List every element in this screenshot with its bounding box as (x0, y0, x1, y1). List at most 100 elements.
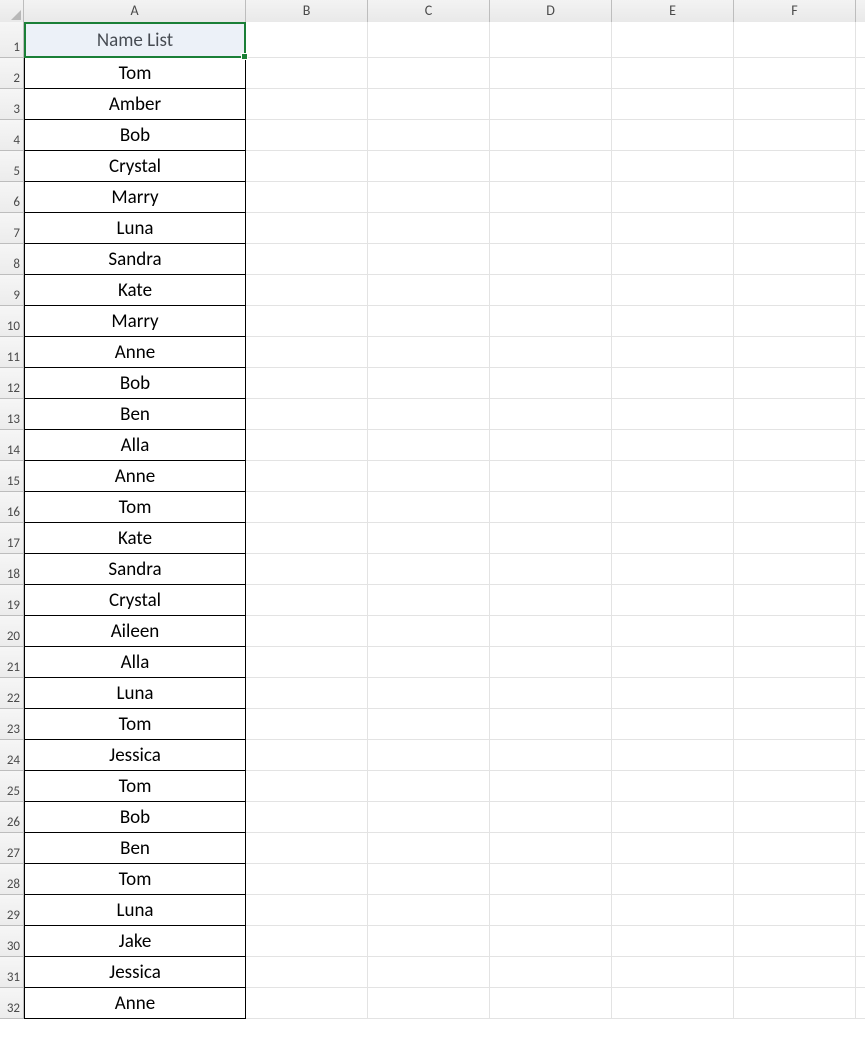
cell-stub-21[interactable] (856, 647, 865, 678)
cell-E18[interactable] (612, 554, 734, 585)
cell-C19[interactable] (368, 585, 490, 616)
cell-F5[interactable] (734, 151, 856, 182)
cell-D7[interactable] (490, 213, 612, 244)
cell-D17[interactable] (490, 523, 612, 554)
cell-B20[interactable] (246, 616, 368, 647)
cell-E23[interactable] (612, 709, 734, 740)
cell-B19[interactable] (246, 585, 368, 616)
cell-E1[interactable] (612, 22, 734, 58)
cell-F17[interactable] (734, 523, 856, 554)
cell-D24[interactable] (490, 740, 612, 771)
cell-F21[interactable] (734, 647, 856, 678)
cell-stub-5[interactable] (856, 151, 865, 182)
cell-B23[interactable] (246, 709, 368, 740)
cell-E10[interactable] (612, 306, 734, 337)
row-header-23[interactable]: 23 (0, 709, 24, 740)
cell-E32[interactable] (612, 988, 734, 1019)
row-header-21[interactable]: 21 (0, 647, 24, 678)
cell-B10[interactable] (246, 306, 368, 337)
cell-C11[interactable] (368, 337, 490, 368)
cell-stub-14[interactable] (856, 430, 865, 461)
cell-D15[interactable] (490, 461, 612, 492)
cell-E22[interactable] (612, 678, 734, 709)
cell-E14[interactable] (612, 430, 734, 461)
cell-B28[interactable] (246, 864, 368, 895)
row-header-9[interactable]: 9 (0, 275, 24, 306)
cell-D10[interactable] (490, 306, 612, 337)
cell-F8[interactable] (734, 244, 856, 275)
cell-F26[interactable] (734, 802, 856, 833)
cell-stub-13[interactable] (856, 399, 865, 430)
column-header-E[interactable]: E (612, 0, 734, 22)
cell-B25[interactable] (246, 771, 368, 802)
cell-E7[interactable] (612, 213, 734, 244)
cell-A18[interactable]: Sandra (24, 554, 246, 585)
cell-A12[interactable]: Bob (24, 368, 246, 399)
cell-E6[interactable] (612, 182, 734, 213)
row-header-8[interactable]: 8 (0, 244, 24, 275)
cell-F2[interactable] (734, 58, 856, 89)
cell-D23[interactable] (490, 709, 612, 740)
cell-D8[interactable] (490, 244, 612, 275)
cell-stub-23[interactable] (856, 709, 865, 740)
cell-A15[interactable]: Anne (24, 461, 246, 492)
cell-C12[interactable] (368, 368, 490, 399)
row-header-15[interactable]: 15 (0, 461, 24, 492)
column-header-F[interactable]: F (734, 0, 856, 22)
cell-D29[interactable] (490, 895, 612, 926)
cell-stub-25[interactable] (856, 771, 865, 802)
cell-B15[interactable] (246, 461, 368, 492)
cell-A27[interactable]: Ben (24, 833, 246, 864)
row-header-11[interactable]: 11 (0, 337, 24, 368)
cell-F14[interactable] (734, 430, 856, 461)
row-header-4[interactable]: 4 (0, 120, 24, 151)
cell-B32[interactable] (246, 988, 368, 1019)
cell-A25[interactable]: Tom (24, 771, 246, 802)
cell-A1[interactable]: Name List (24, 22, 246, 58)
cell-B4[interactable] (246, 120, 368, 151)
cell-B7[interactable] (246, 213, 368, 244)
column-header-B[interactable]: B (246, 0, 368, 22)
cell-C20[interactable] (368, 616, 490, 647)
cell-C13[interactable] (368, 399, 490, 430)
cell-B17[interactable] (246, 523, 368, 554)
cell-B8[interactable] (246, 244, 368, 275)
cell-E13[interactable] (612, 399, 734, 430)
column-header-C[interactable]: C (368, 0, 490, 22)
cell-E5[interactable] (612, 151, 734, 182)
row-header-20[interactable]: 20 (0, 616, 24, 647)
cell-stub-28[interactable] (856, 864, 865, 895)
cell-A23[interactable]: Tom (24, 709, 246, 740)
cell-B16[interactable] (246, 492, 368, 523)
cell-stub-19[interactable] (856, 585, 865, 616)
cell-stub-11[interactable] (856, 337, 865, 368)
cell-E17[interactable] (612, 523, 734, 554)
cell-A14[interactable]: Alla (24, 430, 246, 461)
cell-F23[interactable] (734, 709, 856, 740)
cell-B22[interactable] (246, 678, 368, 709)
cell-F29[interactable] (734, 895, 856, 926)
cell-A5[interactable]: Crystal (24, 151, 246, 182)
cell-B9[interactable] (246, 275, 368, 306)
cell-F10[interactable] (734, 306, 856, 337)
row-header-6[interactable]: 6 (0, 182, 24, 213)
cell-C3[interactable] (368, 89, 490, 120)
cell-stub-30[interactable] (856, 926, 865, 957)
cell-stub-17[interactable] (856, 523, 865, 554)
select-all-corner[interactable] (0, 0, 24, 22)
cell-A13[interactable]: Ben (24, 399, 246, 430)
cell-B2[interactable] (246, 58, 368, 89)
cell-stub-15[interactable] (856, 461, 865, 492)
cell-F22[interactable] (734, 678, 856, 709)
cell-B21[interactable] (246, 647, 368, 678)
cell-B5[interactable] (246, 151, 368, 182)
cell-E26[interactable] (612, 802, 734, 833)
row-header-31[interactable]: 31 (0, 957, 24, 988)
cell-A9[interactable]: Kate (24, 275, 246, 306)
cell-A17[interactable]: Kate (24, 523, 246, 554)
cell-F3[interactable] (734, 89, 856, 120)
cell-C4[interactable] (368, 120, 490, 151)
cell-D12[interactable] (490, 368, 612, 399)
cell-D20[interactable] (490, 616, 612, 647)
cell-C22[interactable] (368, 678, 490, 709)
